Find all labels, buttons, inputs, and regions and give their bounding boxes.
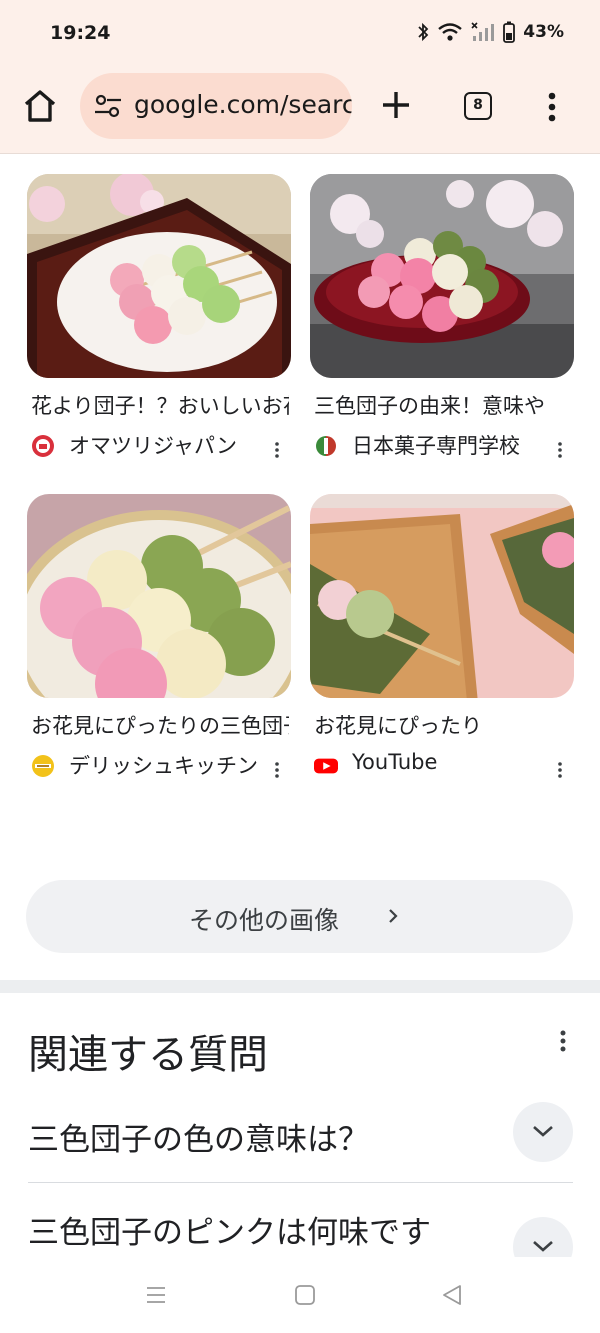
expand-question-button[interactable] (513, 1217, 573, 1257)
matsuri-logo-icon (32, 435, 54, 457)
source-name[interactable]: デリッシュキッチン (69, 750, 258, 780)
related-question-item[interactable]: 三色団子の色の意味は？ (28, 1102, 573, 1174)
home-icon[interactable] (20, 86, 60, 126)
more-options-icon[interactable] (560, 1030, 566, 1052)
image-result-card[interactable]: 三色団子の由来！意味や 日本菓子専門学校 (310, 174, 574, 464)
overflow-menu-icon[interactable] (548, 92, 556, 122)
bluetooth-icon (418, 22, 429, 42)
image-source[interactable]: 日本菓子専門学校 (314, 430, 574, 460)
question-divider (28, 1182, 573, 1183)
battery-icon (503, 21, 516, 43)
question-text[interactable]: 三色団子のピンクは何味です (28, 1207, 431, 1252)
delish-kitchen-icon (32, 755, 54, 777)
chevron-down-icon (533, 1241, 553, 1252)
more-images-label[interactable]: その他の画像 (189, 901, 339, 937)
source-name[interactable]: 日本菓子専門学校 (352, 430, 520, 460)
image-title[interactable]: 三色団子の由来！意味や (314, 390, 572, 420)
battery-level: 43% (523, 22, 564, 42)
chevron-right-icon (389, 909, 398, 923)
school-logo-icon (316, 436, 336, 456)
home-nav-icon[interactable] (294, 1284, 316, 1306)
image-title[interactable]: 花より団子！？おいしいお花見 (31, 390, 289, 420)
chevron-down-icon (533, 1126, 553, 1137)
status-time: 19:24 (50, 22, 111, 44)
image-source[interactable]: デリッシュキッチン (31, 750, 291, 780)
toolbar-divider (0, 153, 600, 154)
related-question-item[interactable]: 三色団子のピンクは何味です (28, 1207, 573, 1257)
more-options-icon[interactable] (558, 762, 562, 778)
image-thumbnail[interactable] (310, 494, 574, 698)
url-text[interactable]: google.com/search (134, 90, 352, 119)
image-source[interactable]: YouTube (314, 750, 574, 780)
site-settings-icon[interactable] (94, 94, 122, 118)
question-text[interactable]: 三色団子の色の意味は？ (28, 1114, 369, 1159)
signal-icon (471, 22, 495, 41)
image-source[interactable]: オマツリジャパン (31, 430, 291, 460)
wifi-icon (438, 23, 463, 41)
image-thumbnail[interactable] (27, 494, 291, 698)
image-result-card[interactable]: お花見にぴったりの三色団子 デリッシュキッチン (27, 494, 291, 784)
system-navigation-bar (0, 1258, 600, 1333)
more-options-icon[interactable] (275, 762, 279, 778)
image-title[interactable]: お花見にぴったり (314, 710, 572, 740)
address-bar[interactable]: google.com/search (80, 73, 352, 139)
image-thumbnail[interactable] (310, 174, 574, 378)
browser-top-bar: 19:24 43% google.com/search 8 (0, 0, 600, 153)
more-options-icon[interactable] (275, 442, 279, 458)
image-thumbnail[interactable] (27, 174, 291, 378)
image-result-card[interactable]: お花見にぴったり YouTube (310, 494, 574, 784)
youtube-icon (314, 758, 338, 774)
back-icon[interactable] (441, 1284, 463, 1306)
more-images-button[interactable]: その他の画像 (26, 880, 573, 953)
related-questions-heading: 関連する質問 (28, 1032, 268, 1078)
section-separator (0, 980, 600, 993)
tab-switcher-button[interactable]: 8 (464, 92, 492, 120)
source-name[interactable]: YouTube (352, 750, 437, 774)
status-icons: 43% (417, 21, 564, 43)
recents-icon[interactable] (145, 1284, 167, 1306)
more-options-icon[interactable] (558, 442, 562, 458)
image-result-card[interactable]: 花より団子！？おいしいお花見 オマツリジャパン (27, 174, 291, 464)
image-title[interactable]: お花見にぴったりの三色団子 (31, 710, 289, 740)
expand-question-button[interactable] (513, 1102, 573, 1162)
new-tab-icon[interactable] (380, 89, 412, 121)
source-name[interactable]: オマツリジャパン (69, 430, 237, 460)
